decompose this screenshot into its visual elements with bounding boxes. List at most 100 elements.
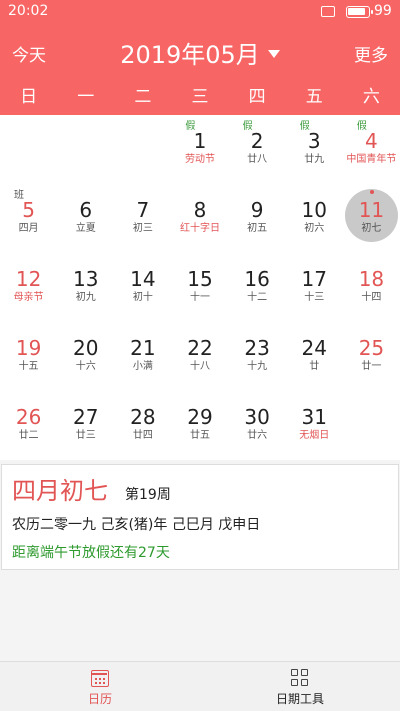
day-number: 22 [187, 336, 213, 360]
lunar-label: 廿二 [18, 430, 39, 441]
lunar-date: 四月初七 [12, 477, 108, 505]
day-cell[interactable]: 假 4 中国青年节 [343, 115, 400, 184]
month-selector[interactable]: 2019年05月 [0, 35, 400, 70]
lunar-label: 廿一 [361, 361, 382, 372]
day-cell[interactable]: 31 无烟日 [286, 391, 343, 460]
empty-day-cell [343, 391, 400, 460]
holiday-badge: 假 [299, 121, 310, 132]
weekday-label: 五 [305, 87, 323, 107]
day-cell[interactable]: 28 廿四 [114, 391, 171, 460]
day-cell[interactable]: 15 十一 [171, 253, 228, 322]
calendar-week-row: 班 5 四月 6 立夏 7 初三 8 红十字日 9 初五 10 初六 11 初七 [0, 184, 400, 253]
day-cell[interactable]: 22 十八 [171, 322, 228, 391]
day-number: 29 [187, 405, 213, 429]
day-cell[interactable]: 19 十五 [0, 322, 57, 391]
weekday-label: 日 [20, 87, 38, 107]
day-cell[interactable]: 20 十六 [57, 322, 114, 391]
month-title: 2019年05月 [120, 41, 260, 69]
day-cell[interactable]: 假 3 廿九 [286, 115, 343, 184]
lunar-label: 初六 [304, 223, 325, 234]
week-number: 第19周 [125, 487, 171, 503]
day-number: 19 [15, 336, 42, 360]
calendar-week-row: 19 十五 20 十六 21 小满 22 十八 23 十九 24 廿 25 廿一 [0, 322, 400, 391]
day-cell[interactable]: 8 红十字日 [171, 184, 228, 253]
day-cell[interactable]: 25 廿一 [343, 322, 400, 391]
day-cell[interactable]: 假 1 劳动节 [171, 115, 228, 184]
holiday-countdown: 距离端午节放假还有27天 [12, 545, 170, 561]
day-number: 5 [22, 198, 35, 222]
weekday-label: 六 [362, 87, 380, 107]
lunar-label: 十九 [247, 361, 268, 372]
lunar-label: 十三 [304, 292, 325, 303]
day-number: 14 [130, 267, 156, 291]
day-number: 13 [72, 267, 99, 291]
today-dot [369, 190, 374, 194]
empty-day-cell [0, 115, 57, 184]
day-number: 12 [15, 267, 42, 291]
lunar-label: 红十字日 [179, 223, 220, 234]
day-cell[interactable]: 6 立夏 [57, 184, 114, 253]
battery-level: 99 [374, 3, 392, 19]
weekday-label: 二 [134, 87, 152, 107]
more-button[interactable]: 更多 [354, 41, 388, 66]
weekday-label: 四 [248, 87, 266, 107]
lunar-label: 十五 [18, 361, 39, 372]
day-cell[interactable]: 27 廿三 [57, 391, 114, 460]
weekday-label: 一 [77, 87, 95, 107]
tab-date-tools[interactable]: 日期工具 [200, 662, 400, 711]
weekday-label: 三 [191, 87, 209, 107]
day-cell[interactable]: 24 廿 [286, 322, 343, 391]
grid-icon [291, 669, 309, 687]
day-number: 18 [358, 267, 385, 291]
tab-calendar[interactable]: 日历 [0, 662, 200, 711]
day-cell[interactable]: 11 初七 [343, 184, 400, 253]
day-number: 30 [244, 405, 270, 429]
day-cell[interactable]: 7 初三 [114, 184, 171, 253]
workday-badge: 班 [14, 190, 24, 201]
day-cell[interactable]: 16 十二 [229, 253, 286, 322]
day-cell[interactable]: 29 廿五 [171, 391, 228, 460]
lunar-label: 廿六 [247, 430, 268, 441]
day-cell[interactable]: 假 2 廿八 [229, 115, 286, 184]
day-cell[interactable]: 17 十三 [286, 253, 343, 322]
day-cell[interactable]: 12 母亲节 [0, 253, 57, 322]
lunar-label: 十六 [75, 361, 96, 372]
day-cell[interactable]: 21 小满 [114, 322, 171, 391]
lunar-label: 初九 [75, 292, 96, 303]
ganzhi-text: 农历二零一九 己亥(猪)年 己巳月 戊申日 [12, 517, 261, 533]
day-number: 27 [72, 405, 99, 429]
day-number: 1 [193, 129, 207, 153]
day-number: 15 [187, 267, 213, 291]
day-number: 26 [15, 405, 42, 429]
day-cell[interactable]: 14 初十 [114, 253, 171, 322]
day-cell[interactable]: 30 廿六 [229, 391, 286, 460]
day-cell[interactable]: 13 初九 [57, 253, 114, 322]
lunar-label: 十二 [247, 292, 268, 303]
weekday-header: 日 一 二 三 四 五 六 [0, 80, 400, 115]
empty-day-cell [114, 115, 171, 184]
status-time: 20:02 [8, 3, 49, 19]
day-number: 23 [244, 336, 270, 360]
lunar-label: 立夏 [75, 223, 96, 234]
lunar-label: 廿三 [75, 430, 96, 441]
day-number: 17 [301, 267, 327, 291]
status-bar: 20:02 99 [0, 0, 400, 24]
day-number: 7 [136, 198, 150, 222]
calendar-icon [91, 670, 109, 687]
day-cell[interactable]: 9 初五 [229, 184, 286, 253]
lunar-label: 四月 [18, 223, 39, 234]
lunar-label: 劳动节 [184, 154, 215, 165]
day-cell[interactable]: 18 十四 [343, 253, 400, 322]
lunar-label: 初七 [361, 223, 382, 234]
day-cell[interactable]: 班 5 四月 [0, 184, 57, 253]
lunar-label: 十四 [361, 292, 382, 303]
day-cell[interactable]: 23 十九 [229, 322, 286, 391]
lunar-label: 廿 [309, 361, 320, 372]
battery-icon [346, 6, 373, 18]
lunar-label: 廿四 [132, 430, 153, 441]
lunar-label: 中国青年节 [346, 154, 397, 165]
day-cell[interactable]: 10 初六 [286, 184, 343, 253]
lunar-label: 初十 [132, 292, 153, 303]
day-cell[interactable]: 26 廿二 [0, 391, 57, 460]
day-number: 9 [250, 198, 264, 222]
